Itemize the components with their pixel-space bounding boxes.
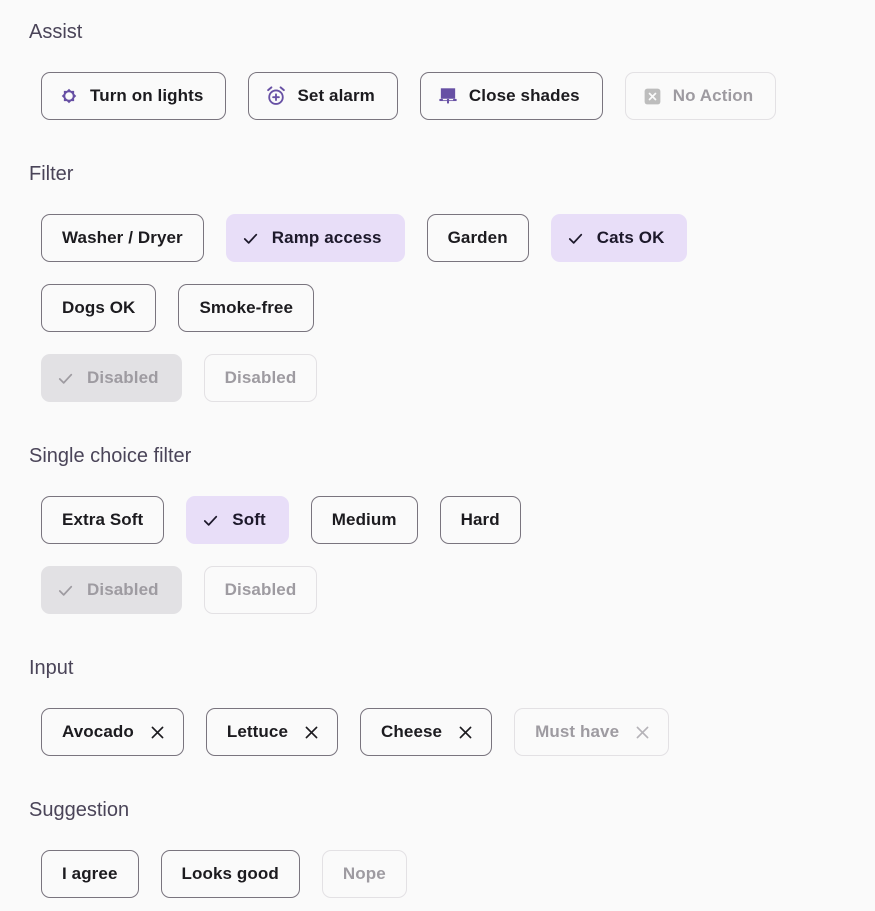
filter-chip-row-2: Dogs OK Smoke-free — [0, 284, 875, 332]
single-choice-chip-label: Medium — [331, 510, 397, 529]
filter-chip-label: Disabled — [224, 368, 297, 387]
cancel-box-icon — [642, 86, 663, 107]
add-alarm-icon — [265, 85, 287, 107]
section-title-suggestion: Suggestion — [29, 799, 130, 821]
section-suggestion: Suggestion I agree Looks good Nope — [0, 798, 875, 898]
suggestion-chip-label: Nope — [342, 864, 386, 883]
filter-chip-label: Washer / Dryer — [62, 228, 183, 247]
close-icon[interactable] — [456, 723, 475, 742]
input-chip-label: Lettuce — [226, 722, 289, 741]
section-title-assist: Assist — [29, 21, 83, 43]
suggestion-chip-i-agree[interactable]: I agree — [41, 850, 139, 898]
assist-chip-turn-on-lights[interactable]: Turn on lights — [41, 72, 227, 120]
section-single-choice-filter: Single choice filter Extra Soft Soft Med… — [0, 444, 875, 614]
input-chip-label: Avocado — [62, 722, 134, 741]
single-choice-chip-disabled-unselected: Disabled — [203, 566, 318, 614]
assist-chip-set-alarm[interactable]: Set alarm — [248, 72, 398, 120]
section-assist: Assist Turn on lights Set alarm Close sh… — [0, 0, 875, 120]
check-icon — [56, 369, 75, 388]
input-chip-avocado[interactable]: Avocado — [41, 708, 184, 756]
filter-chip-label: Cats OK — [596, 228, 665, 247]
section-title-input: Input — [29, 657, 74, 679]
filter-chip-label: Ramp access — [271, 228, 382, 247]
single-choice-chip-row-1: Extra Soft Soft Medium Hard — [0, 496, 875, 544]
filter-chip-disabled-unselected: Disabled — [203, 354, 318, 402]
filter-chip-label: Smoke-free — [199, 298, 294, 317]
single-choice-chip-label: Disabled — [224, 580, 297, 599]
assist-chip-row: Turn on lights Set alarm Close shades No… — [0, 72, 875, 120]
close-icon[interactable] — [302, 723, 321, 742]
filter-chip-label: Disabled — [87, 368, 159, 387]
suggestion-chip-row: I agree Looks good Nope — [0, 850, 875, 898]
filter-chip-label: Dogs OK — [62, 298, 136, 317]
single-choice-chip-label: Extra Soft — [62, 510, 144, 529]
single-choice-chip-extra-soft[interactable]: Extra Soft — [41, 496, 165, 544]
input-chip-must-have: Must have — [514, 708, 670, 756]
section-title-single-choice-filter: Single choice filter — [29, 445, 192, 467]
filter-chip-washer-dryer[interactable]: Washer / Dryer — [41, 214, 204, 262]
chips-demo-page: Assist Turn on lights Set alarm Close sh… — [0, 0, 875, 911]
single-choice-chip-label: Hard — [460, 510, 500, 529]
input-chip-label: Must have — [535, 722, 620, 741]
single-choice-chip-medium[interactable]: Medium — [310, 496, 418, 544]
assist-chip-label: Set alarm — [297, 86, 375, 105]
assist-chip-label: No Action — [672, 86, 754, 105]
assist-chip-label: Turn on lights — [90, 86, 204, 105]
filter-chip-cats-ok[interactable]: Cats OK — [550, 214, 688, 262]
section-title-filter: Filter — [29, 163, 74, 185]
input-chip-row: Avocado Lettuce Cheese Must have — [0, 708, 875, 756]
single-choice-chip-row-2-disabled: Disabled Disabled — [0, 566, 875, 614]
input-chip-cheese[interactable]: Cheese — [360, 708, 493, 756]
assist-chip-close-shades[interactable]: Close shades — [419, 72, 603, 120]
assist-chip-label: Close shades — [468, 86, 580, 105]
suggestion-chip-label: I agree — [62, 864, 118, 883]
filter-chip-ramp-access[interactable]: Ramp access — [225, 214, 405, 262]
single-choice-chip-hard[interactable]: Hard — [439, 496, 521, 544]
single-choice-chip-soft[interactable]: Soft — [186, 496, 289, 544]
suggestion-chip-label: Looks good — [181, 864, 279, 883]
section-filter: Filter Washer / Dryer Ramp access Garden… — [0, 162, 875, 402]
filter-chip-garden[interactable]: Garden — [426, 214, 529, 262]
filter-chip-disabled-selected: Disabled — [41, 354, 182, 402]
section-input: Input Avocado Lettuce Cheese Must have — [0, 656, 875, 756]
filter-chip-label: Garden — [447, 228, 508, 247]
close-icon — [633, 723, 652, 742]
check-icon — [566, 229, 585, 248]
check-icon — [201, 511, 220, 530]
shades-icon — [437, 85, 459, 107]
check-icon — [241, 229, 260, 248]
assist-chip-no-action: No Action — [624, 72, 777, 120]
single-choice-chip-disabled-selected: Disabled — [41, 566, 182, 614]
filter-chip-row-1: Washer / Dryer Ramp access Garden Cats O… — [0, 214, 875, 262]
filter-chip-smoke-free[interactable]: Smoke-free — [178, 284, 315, 332]
suggestion-chip-nope: Nope — [321, 850, 407, 898]
input-chip-label: Cheese — [381, 722, 443, 741]
single-choice-chip-label: Disabled — [87, 580, 159, 599]
single-choice-chip-label: Soft — [232, 510, 266, 529]
suggestion-chip-looks-good[interactable]: Looks good — [160, 850, 300, 898]
filter-chip-row-3-disabled: Disabled Disabled — [0, 354, 875, 402]
input-chip-lettuce[interactable]: Lettuce — [205, 708, 339, 756]
filter-chip-dogs-ok[interactable]: Dogs OK — [41, 284, 157, 332]
close-icon[interactable] — [148, 723, 167, 742]
brightness-icon — [58, 85, 80, 107]
check-icon — [56, 581, 75, 600]
